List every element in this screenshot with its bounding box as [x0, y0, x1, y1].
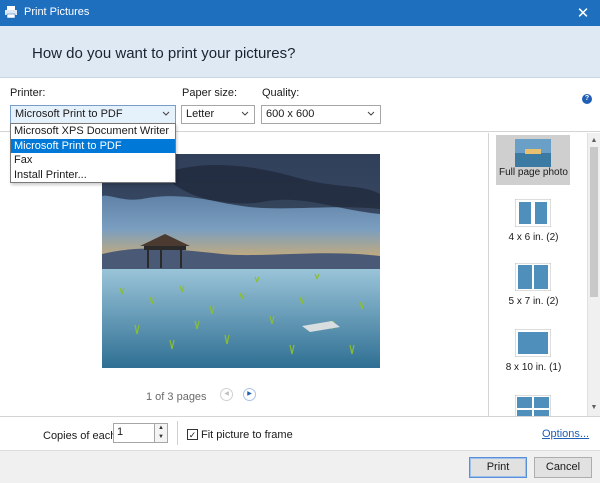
fit-picture-label: Fit picture to frame — [201, 429, 293, 441]
copies-input[interactable]: 1 — [113, 423, 155, 443]
copies-label: Copies of each — [43, 430, 117, 442]
paper-size-label: Paper size: — [182, 87, 238, 99]
layout-label: 5 x 7 in. (2) — [508, 296, 559, 307]
close-icon[interactable]: ✕ — [566, 0, 600, 26]
8x10-layout-icon — [515, 329, 551, 357]
printer-dropdown-list: Microsoft XPS Document Writer Microsoft … — [10, 123, 176, 183]
layout-label: Full page photo — [499, 167, 568, 178]
5x7-layout-icon — [515, 263, 551, 291]
help-icon[interactable]: ? — [582, 94, 592, 104]
divider — [177, 421, 178, 445]
4x6-layout-icon — [515, 199, 551, 227]
quality-value: 600 x 600 — [266, 108, 315, 120]
paper-size-select[interactable]: Letter — [181, 105, 255, 124]
previous-page-icon[interactable]: ◀ — [220, 388, 233, 401]
cancel-button[interactable]: Cancel — [534, 457, 592, 478]
multi-photo-layout-icon — [515, 395, 551, 416]
print-options-row: Copies of each 1 ▲ ▼ ✓ Fit picture to fr… — [0, 416, 600, 450]
fit-picture-checkbox[interactable]: ✓ — [187, 429, 198, 440]
increment-icon[interactable]: ▲ — [155, 424, 167, 433]
title-bar: Print Pictures ✕ — [0, 0, 600, 26]
chevron-down-icon — [367, 111, 375, 116]
printer-select-value: Microsoft Print to PDF — [15, 108, 123, 120]
scroll-up-icon[interactable]: ▲ — [588, 135, 600, 147]
paper-size-value: Letter — [186, 108, 215, 120]
layout-list: Full page photo 4 x 6 in. (2) 5 x 7 in. … — [488, 133, 587, 416]
printer-option-selected[interactable]: Microsoft Print to PDF — [11, 138, 175, 153]
layout-label: 8 x 10 in. (1) — [505, 362, 562, 373]
printer-option[interactable]: Fax — [11, 153, 175, 168]
chevron-down-icon — [241, 111, 249, 116]
print-button[interactable]: Print — [469, 457, 527, 478]
quality-label: Quality: — [262, 87, 300, 99]
scroll-down-icon[interactable]: ▼ — [588, 402, 600, 414]
full-page-photo-icon — [515, 139, 551, 167]
printer-app-icon — [5, 6, 17, 19]
options-link[interactable]: Options... — [542, 428, 589, 440]
dialog-footer: Print Cancel — [0, 450, 600, 483]
layout-scrollbar[interactable]: ▲ ▼ — [587, 133, 600, 416]
layout-label: 4 x 6 in. (2) — [508, 232, 559, 243]
printer-option[interactable]: Microsoft XPS Document Writer — [11, 124, 175, 139]
quality-select[interactable]: 600 x 600 — [261, 105, 381, 124]
page-counter: 1 of 3 pages — [146, 391, 207, 403]
window-title: Print Pictures — [24, 6, 90, 18]
printer-select[interactable]: Microsoft Print to PDF — [10, 105, 176, 124]
next-page-icon[interactable]: ▶ — [243, 388, 256, 401]
copies-stepper[interactable]: ▲ ▼ — [154, 423, 168, 443]
printer-label: Printer: — [10, 87, 46, 99]
photo-preview — [102, 154, 380, 368]
chevron-down-icon — [162, 111, 170, 116]
page-title: How do you want to print your pictures? — [32, 45, 296, 62]
scrollbar-thumb[interactable] — [590, 147, 598, 297]
decrement-icon[interactable]: ▼ — [155, 433, 167, 442]
header-band: How do you want to print your pictures? — [0, 26, 600, 78]
printer-option[interactable]: Install Printer... — [11, 168, 175, 183]
